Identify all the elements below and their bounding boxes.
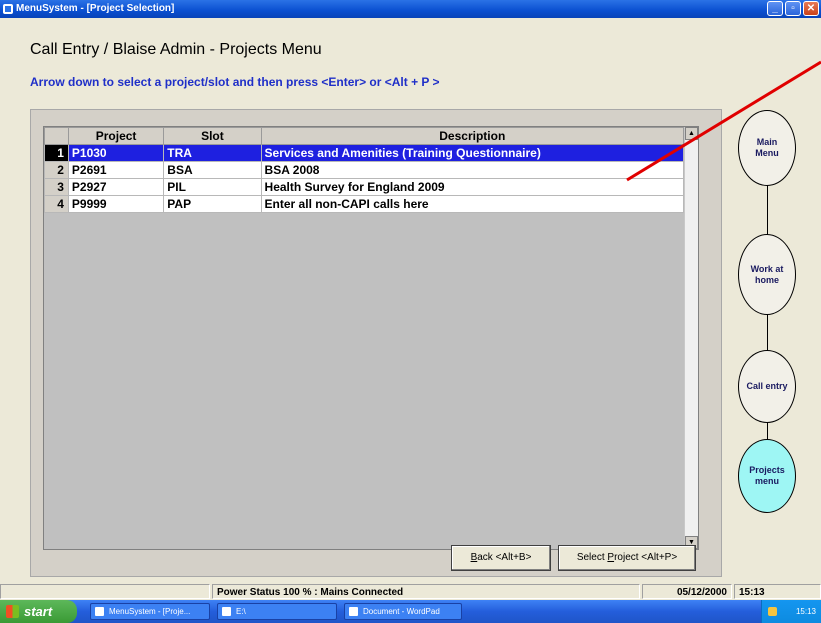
status-date: 05/12/2000: [642, 584, 732, 599]
flow-connector: [767, 314, 768, 351]
status-time: 15:13: [734, 584, 821, 599]
cell-project[interactable]: P2691: [67, 161, 165, 179]
scroll-up-arrow-icon[interactable]: ▲: [685, 127, 698, 140]
app-icon: [95, 607, 104, 616]
flow-node-main-menu[interactable]: Main Menu: [738, 110, 796, 186]
vertical-scrollbar[interactable]: ▲ ▼: [684, 127, 698, 549]
cell-description[interactable]: Enter all non-CAPI calls here: [260, 195, 685, 213]
wordpad-icon: [349, 607, 358, 616]
tray-icon[interactable]: [768, 607, 777, 616]
flow-connector: [767, 185, 768, 235]
table-row[interactable]: 3 P2927 PIL Health Survey for England 20…: [44, 178, 685, 196]
window-title: MenuSystem - [Project Selection]: [16, 3, 175, 14]
tray-clock: 15:13: [795, 607, 816, 616]
taskbar: start MenuSystem - [Proje... E:\ Documen…: [0, 600, 821, 623]
flow-node-call-entry[interactable]: Call entry: [738, 350, 796, 423]
taskbar-item-explorer[interactable]: E:\: [217, 603, 337, 620]
cell-slot[interactable]: BSA: [163, 161, 262, 179]
table-row[interactable]: 2 P2691 BSA BSA 2008: [44, 161, 685, 179]
app-icon: [3, 4, 13, 14]
select-project-button[interactable]: Select Project <Alt+P>: [558, 545, 696, 571]
row-number: 1: [44, 144, 69, 162]
page-title: Call Entry / Blaise Admin - Projects Men…: [30, 41, 322, 58]
window-controls: _ ▫ ✕: [767, 1, 819, 16]
row-number: 3: [44, 178, 69, 196]
taskbar-item-menusystem[interactable]: MenuSystem - [Proje...: [90, 603, 210, 620]
table-row[interactable]: 1 P1030 TRA Services and Amenities (Trai…: [44, 144, 685, 162]
row-number: 2: [44, 161, 69, 179]
cell-slot[interactable]: PIL: [163, 178, 262, 196]
flow-node-work-at-home[interactable]: Work at home: [738, 234, 796, 315]
close-button[interactable]: ✕: [803, 1, 819, 16]
projects-table: Project Slot Description 1 P1030 TRA Ser…: [44, 127, 685, 213]
cell-description[interactable]: Services and Amenities (Training Questio…: [260, 144, 685, 162]
projects-grid[interactable]: Project Slot Description 1 P1030 TRA Ser…: [43, 126, 699, 550]
power-status: Power Status 100 % : Mains Connected: [212, 584, 640, 599]
status-cell-empty: [0, 584, 210, 599]
maximize-button[interactable]: ▫: [785, 1, 801, 16]
instruction-text: Arrow down to select a project/slot and …: [30, 75, 440, 89]
folder-icon: [222, 607, 231, 616]
flow-node-projects-menu[interactable]: Projects menu: [738, 439, 796, 513]
cell-project[interactable]: P2927: [67, 178, 165, 196]
back-button[interactable]: Back <Alt+B>: [451, 545, 551, 571]
window-titlebar[interactable]: MenuSystem - [Project Selection] _ ▫ ✕: [0, 0, 821, 18]
windows-flag-icon: [6, 605, 19, 618]
system-tray: 15:13: [761, 600, 821, 623]
table-header-row: Project Slot Description: [44, 127, 685, 145]
column-header-description[interactable]: Description: [260, 127, 685, 145]
cell-slot[interactable]: PAP: [163, 195, 262, 213]
cell-project[interactable]: P9999: [67, 195, 165, 213]
row-number-header: [44, 127, 69, 145]
cell-description[interactable]: BSA 2008: [260, 161, 685, 179]
cell-project[interactable]: P1030: [67, 144, 165, 162]
cell-slot[interactable]: TRA: [163, 144, 262, 162]
status-bar: Power Status 100 % : Mains Connected 05/…: [0, 583, 821, 600]
taskbar-item-wordpad[interactable]: Document - WordPad: [344, 603, 462, 620]
cell-description[interactable]: Health Survey for England 2009: [260, 178, 685, 196]
table-row[interactable]: 4 P9999 PAP Enter all non-CAPI calls her…: [44, 195, 685, 213]
start-button[interactable]: start: [0, 600, 77, 623]
minimize-button[interactable]: _: [767, 1, 783, 16]
column-header-slot[interactable]: Slot: [163, 127, 262, 145]
client-area: Call Entry / Blaise Admin - Projects Men…: [0, 18, 821, 577]
column-header-project[interactable]: Project: [67, 127, 165, 145]
row-number: 4: [44, 195, 69, 213]
